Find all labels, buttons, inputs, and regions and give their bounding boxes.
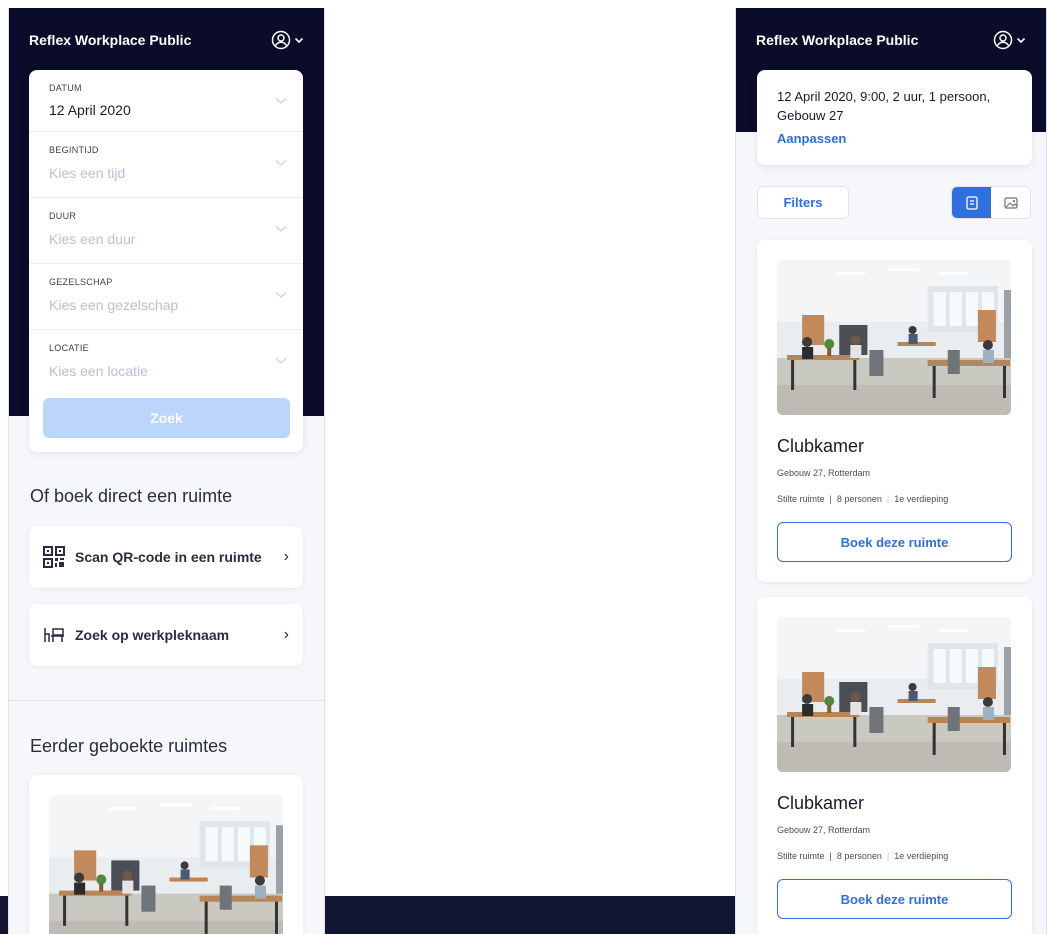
search-summary-card: 12 April 2020, 9:00, 2 uur, 1 persoon, G…: [757, 70, 1032, 165]
room-photo: [777, 260, 1011, 415]
chevron-down-icon: [1016, 37, 1026, 44]
adjust-search-link[interactable]: Aanpassen: [777, 131, 1012, 146]
search-screen: Reflex Workplace Public DATUM 12 April 2…: [8, 8, 325, 934]
account-menu[interactable]: [993, 30, 1026, 50]
room-capacity: 8 personen: [836, 851, 882, 861]
room-floor: 1e verdieping: [894, 494, 949, 504]
room-details: Stilte ruimte | 8 personen | 1e verdiepi…: [777, 851, 948, 861]
filters-button[interactable]: Filters: [757, 186, 849, 219]
room-photo: [49, 795, 283, 934]
previous-room-card[interactable]: [29, 775, 303, 934]
image-view-button[interactable]: [991, 187, 1030, 218]
field-placeholder: Kies een tijd: [49, 165, 126, 181]
desk-icon: [44, 628, 64, 642]
app-title: Reflex Workplace Public: [29, 32, 192, 48]
scan-qr-button[interactable]: Scan QR-code in een ruimte ›: [29, 526, 303, 588]
direct-booking-title: Of boek direct een ruimte: [30, 486, 233, 506]
search-workspace-name-button[interactable]: Zoek op werkpleknaam ›: [29, 604, 303, 666]
chevron-right-icon: ›: [283, 548, 289, 565]
separator: |: [829, 494, 832, 504]
list-view-icon: [965, 195, 978, 210]
field-label: DUUR: [49, 211, 77, 221]
date-field[interactable]: DATUM 12 April 2020: [29, 70, 303, 132]
party-field[interactable]: GEZELSCHAP Kies een gezelschap: [29, 264, 303, 330]
room-location: Gebouw 27, Rotterdam: [777, 468, 871, 478]
room-photo: [777, 617, 1011, 772]
chevron-down-icon: [275, 292, 287, 298]
duration-field[interactable]: DUUR Kies een duur: [29, 198, 303, 264]
results-screen: Reflex Workplace Public 12 April 2020, 9…: [735, 8, 1047, 934]
separator: |: [829, 851, 832, 861]
chevron-right-icon: ›: [283, 626, 289, 643]
search-workspace-name-label: Zoek op werkpleknaam: [75, 627, 230, 643]
chevron-down-icon: [275, 160, 287, 166]
field-label: DATUM: [49, 83, 82, 93]
room-card[interactable]: Clubkamer Gebouw 27, Rotterdam Stilte ru…: [757, 597, 1032, 934]
separator: |: [886, 851, 890, 861]
chevron-down-icon: [294, 37, 304, 44]
room-type: Stilte ruimte: [777, 494, 825, 504]
room-type: Stilte ruimte: [777, 851, 825, 861]
room-location: Gebouw 27, Rotterdam: [777, 825, 871, 835]
start-time-field[interactable]: BEGINTIJD Kies een tijd: [29, 132, 303, 198]
field-placeholder: Kies een locatie: [49, 363, 148, 379]
search-form: DATUM 12 April 2020 BEGINTIJD Kies een t…: [29, 70, 303, 452]
view-toggle: [951, 186, 1031, 219]
field-label: BEGINTIJD: [49, 145, 99, 155]
search-summary: 12 April 2020, 9:00, 2 uur, 1 persoon, G…: [777, 89, 991, 123]
section-divider: [9, 700, 324, 701]
book-room-button[interactable]: Boek deze ruimte: [777, 879, 1012, 919]
book-room-button[interactable]: Boek deze ruimte: [777, 522, 1012, 562]
app-header: Reflex Workplace Public: [736, 8, 1046, 72]
app-title: Reflex Workplace Public: [756, 32, 919, 48]
search-button[interactable]: Zoek: [43, 398, 290, 438]
user-circle-icon: [271, 30, 291, 50]
app-header: Reflex Workplace Public: [9, 8, 324, 72]
user-circle-icon: [993, 30, 1013, 50]
field-placeholder: Kies een duur: [49, 231, 136, 247]
room-capacity: 8 personen: [836, 494, 882, 504]
previous-bookings-title: Eerder geboekte ruimtes: [30, 736, 228, 756]
room-name: Clubkamer: [777, 436, 865, 456]
room-floor: 1e verdieping: [894, 851, 949, 861]
field-label: GEZELSCHAP: [49, 277, 113, 287]
list-view-button[interactable]: [952, 187, 991, 218]
field-label: LOCATIE: [49, 343, 89, 353]
field-value: 12 April 2020: [49, 102, 131, 118]
room-card[interactable]: Clubkamer Gebouw 27, Rotterdam Stilte ru…: [757, 240, 1032, 582]
chevron-down-icon: [275, 226, 287, 232]
scan-qr-label: Scan QR-code in een ruimte: [75, 549, 262, 565]
location-field[interactable]: LOCATIE Kies een locatie: [29, 330, 303, 396]
chevron-down-icon: [275, 98, 287, 104]
separator: |: [886, 494, 890, 504]
room-name: Clubkamer: [777, 793, 865, 813]
qr-code-icon: [43, 546, 65, 568]
image-view-icon: [1003, 196, 1018, 209]
room-details: Stilte ruimte | 8 personen | 1e verdiepi…: [777, 494, 948, 504]
field-placeholder: Kies een gezelschap: [49, 297, 179, 313]
account-menu[interactable]: [271, 30, 304, 50]
chevron-down-icon: [275, 358, 287, 364]
